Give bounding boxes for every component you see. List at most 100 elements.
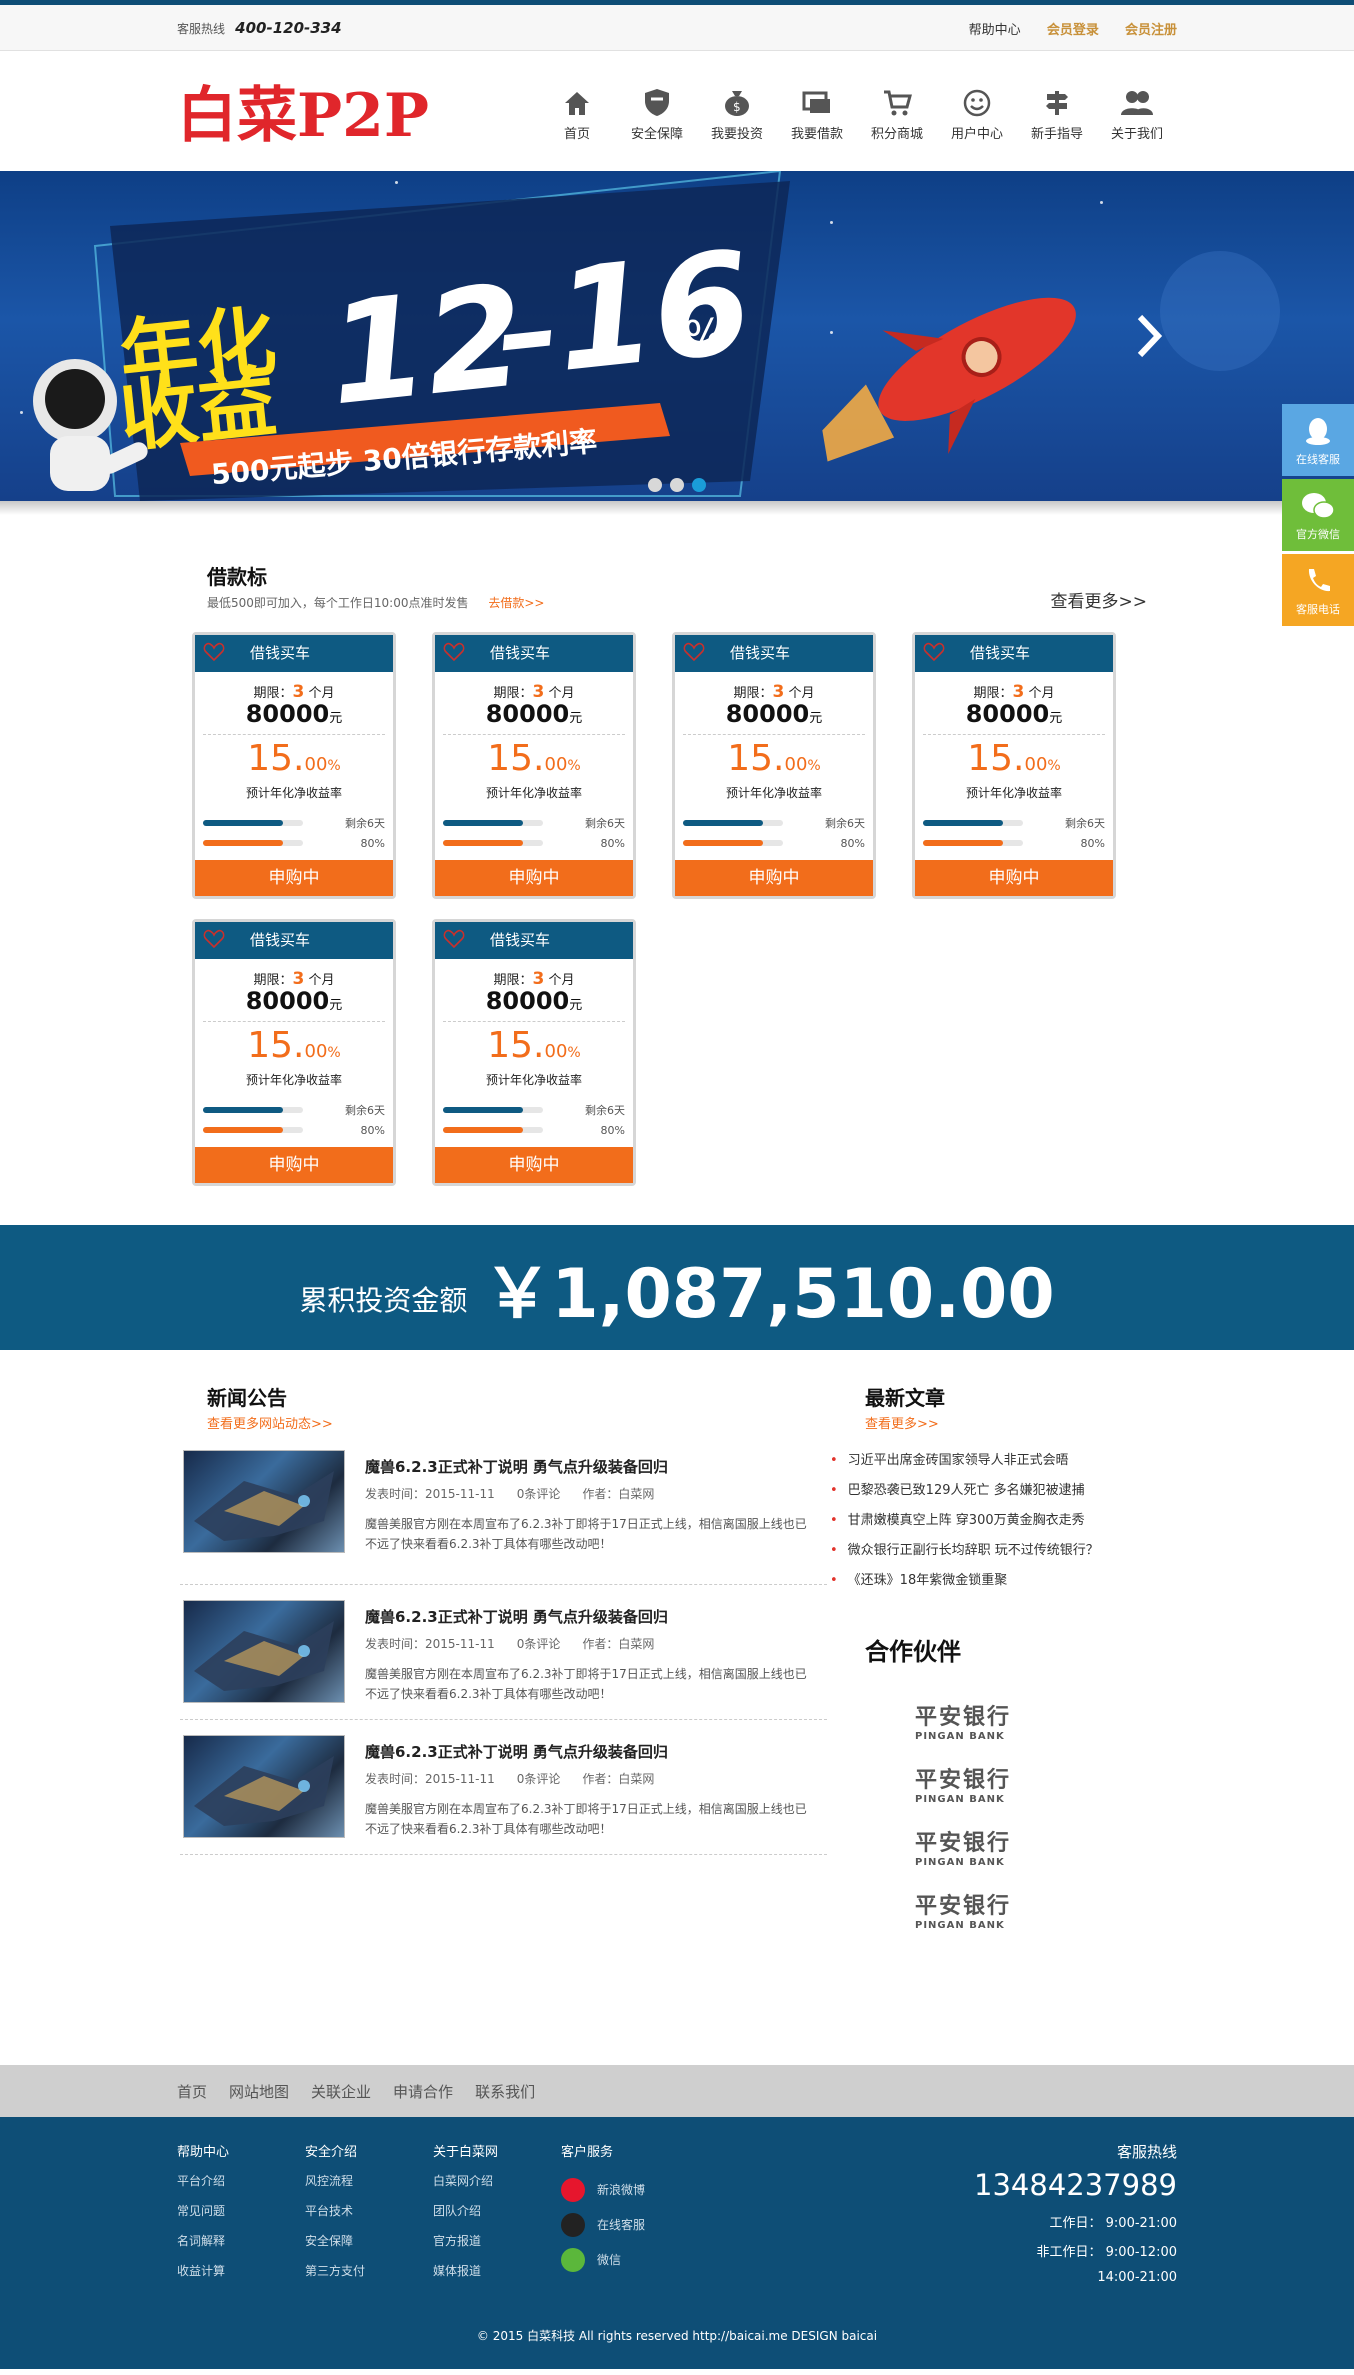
subscribe-button[interactable]: 申购中 bbox=[435, 860, 633, 896]
go-borrow-link[interactable]: 去借款>> bbox=[488, 596, 544, 610]
footer-service-item[interactable]: 微信 bbox=[561, 2242, 761, 2277]
nav-security[interactable]: 安全保障 bbox=[617, 81, 697, 142]
online-service-button[interactable]: 在线客服 bbox=[1282, 404, 1354, 476]
loan-rate: 15.00% bbox=[435, 1026, 633, 1073]
time-bar-fill bbox=[203, 1107, 283, 1113]
news-comments: 0条评论 bbox=[516, 1637, 561, 1651]
news-more-link[interactable]: 查看更多网站动态>> bbox=[207, 1413, 827, 1432]
footer-link[interactable]: 官方报道 bbox=[433, 2232, 561, 2262]
help-center-link[interactable]: 帮助中心 bbox=[969, 23, 1021, 38]
footer-link[interactable]: 第三方支付 bbox=[305, 2262, 433, 2292]
login-link[interactable]: 会员登录 bbox=[1047, 23, 1099, 38]
footer-hotline: 客服热线 13484237989 工作日： 9:00-21:00 非工作日： 9:00… bbox=[974, 2141, 1177, 2327]
partner-logo[interactable]: 平安银行 PINGAN BANK bbox=[915, 1888, 1035, 1931]
loan-name: 借钱买车 bbox=[250, 931, 311, 949]
subscribe-button[interactable]: 申购中 bbox=[915, 860, 1113, 896]
footer-link[interactable]: 平台介绍 bbox=[177, 2172, 305, 2202]
banner-percent: % bbox=[682, 309, 727, 362]
rate-label: 预计年化净收益率 bbox=[965, 786, 1062, 800]
loan-card[interactable]: 借钱买车 期限：3 个月 80000元 15.00% 预计年化净收益率 剩余6天 80% 申购… bbox=[192, 632, 396, 899]
loan-rate: 15.00% bbox=[435, 739, 633, 786]
progress-row: 80% bbox=[203, 833, 385, 853]
partner-logo[interactable]: 平安银行 PINGAN BANK bbox=[915, 1762, 1035, 1805]
footer-link[interactable]: 白菜网介绍 bbox=[433, 2172, 561, 2202]
progress-percent: 80% bbox=[1080, 836, 1105, 850]
news-item[interactable]: 魔兽6.2.3正式补丁说明 勇气点升级装备回归 发表时间：2015-11-11 0条… bbox=[180, 1450, 827, 1585]
register-link[interactable]: 会员注册 bbox=[1125, 23, 1177, 38]
nav-guide[interactable]: 新手指导 bbox=[1017, 81, 1097, 142]
rate-dec: 00 bbox=[304, 754, 328, 775]
subscribe-button[interactable]: 申购中 bbox=[195, 1147, 393, 1183]
loan-card[interactable]: 借钱买车 期限：3 个月 80000元 15.00% 预计年化净收益率 剩余6天 80% 申购… bbox=[912, 632, 1116, 899]
amount-value: 80000 bbox=[245, 700, 330, 728]
footer-link[interactable]: 平台技术 bbox=[305, 2202, 433, 2232]
subscribe-button[interactable]: 申购中 bbox=[195, 860, 393, 896]
footer-link[interactable]: 团队介绍 bbox=[433, 2202, 561, 2232]
subscribe-button[interactable]: 申购中 bbox=[435, 1147, 633, 1183]
logo[interactable]: 白菜P2P bbox=[177, 71, 467, 151]
loan-card[interactable]: 借钱买车 期限：3 个月 80000元 15.00% 预计年化净收益率 剩余6天 80% 申购… bbox=[432, 919, 636, 1186]
footer-link[interactable]: 常见问题 bbox=[177, 2202, 305, 2232]
footer-link[interactable]: 风控流程 bbox=[305, 2172, 433, 2202]
footer-link[interactable]: 名词解释 bbox=[177, 2232, 305, 2262]
footer-nav-link[interactable]: 申请合作 bbox=[393, 2081, 453, 2102]
articles-more-link[interactable]: 查看更多>> bbox=[865, 1413, 1177, 1432]
article-item[interactable]: 微众银行正副行长均辞职 玩不过传统银行？ bbox=[830, 1536, 1177, 1566]
carousel-dot-active[interactable] bbox=[692, 478, 706, 492]
loans-header: 借款标 最低500即可加入，每个工作日10:00点准时发售 去借款>> 查看更多… bbox=[207, 515, 1148, 612]
news-thumbnail[interactable] bbox=[183, 1735, 345, 1838]
partner-name: 平安银行 bbox=[915, 1768, 1012, 1793]
footer-nav-link[interactable]: 网站地图 bbox=[229, 2081, 289, 2102]
loan-card[interactable]: 借钱买车 期限：3 个月 80000元 15.00% 预计年化净收益率 剩余6天 80% 申购… bbox=[432, 632, 636, 899]
carousel-dot[interactable] bbox=[648, 478, 662, 492]
footer-nav-link[interactable]: 首页 bbox=[177, 2081, 207, 2102]
loan-amount: 80000元 bbox=[435, 987, 633, 1015]
chevron-right-icon[interactable] bbox=[1134, 311, 1164, 371]
hero-banner[interactable]: 年化 收益 12 – 16 % 500元起步 30倍银行存款利率 bbox=[0, 171, 1354, 501]
article-item[interactable]: 巴黎恐袭已致129人死亡 多名嫌犯被逮捕 bbox=[830, 1476, 1177, 1506]
footer-service-links: 新浪微博 在线客服 微信 bbox=[561, 2172, 761, 2277]
news-thumbnail[interactable] bbox=[183, 1600, 345, 1703]
nav-user-center[interactable]: 用户中心 bbox=[937, 81, 1017, 142]
news-thumbnail[interactable] bbox=[183, 1450, 345, 1553]
footer-link[interactable]: 媒体报道 bbox=[433, 2262, 561, 2292]
partner-logo[interactable]: 平安银行 PINGAN BANK bbox=[915, 1825, 1035, 1868]
footer-nav-link[interactable]: 关联企业 bbox=[311, 2081, 371, 2102]
carousel-dot[interactable] bbox=[670, 478, 684, 492]
partner-logo[interactable]: 平安银行 PINGAN BANK bbox=[915, 1699, 1035, 1742]
loan-card[interactable]: 借钱买车 期限：3 个月 80000元 15.00% 预计年化净收益率 剩余6天 80% 申购… bbox=[192, 919, 396, 1186]
footer-nav-link[interactable]: 联系我们 bbox=[475, 2081, 535, 2102]
subscribe-button[interactable]: 申购中 bbox=[675, 860, 873, 896]
progress-row: 80% bbox=[443, 1120, 625, 1140]
news-title[interactable]: 魔兽6.2.3正式补丁说明 勇气点升级装备回归 bbox=[365, 1606, 810, 1627]
footer-service-item[interactable]: 在线客服 bbox=[561, 2207, 761, 2242]
loan-rate: 15.00% bbox=[195, 739, 393, 786]
banner-rate-to: 16 bbox=[548, 221, 759, 403]
nav-borrow[interactable]: 我要借款 bbox=[777, 81, 857, 142]
loan-term: 期限：3 个月 bbox=[675, 682, 873, 702]
hotline-label: 客服热线 bbox=[177, 22, 226, 36]
news-item[interactable]: 魔兽6.2.3正式补丁说明 勇气点升级装备回归 发表时间：2015-11-11 0条… bbox=[180, 1720, 827, 1855]
loan-card[interactable]: 借钱买车 期限：3 个月 80000元 15.00% 预计年化净收益率 剩余6天 80% 申购… bbox=[672, 632, 876, 899]
nav-mall[interactable]: 积分商城 bbox=[857, 81, 937, 142]
article-item[interactable]: 《还珠》18年紫微金锁重聚 bbox=[830, 1566, 1177, 1596]
nav-about[interactable]: 关于我们 bbox=[1097, 81, 1177, 142]
svg-text:$: $ bbox=[733, 100, 741, 114]
news-title[interactable]: 魔兽6.2.3正式补丁说明 勇气点升级装备回归 bbox=[365, 1456, 810, 1477]
total-label: 累积投资金额 bbox=[299, 1283, 468, 1317]
footer-link[interactable]: 收益计算 bbox=[177, 2262, 305, 2292]
news-item[interactable]: 魔兽6.2.3正式补丁说明 勇气点升级装备回归 发表时间：2015-11-11 0条… bbox=[180, 1585, 827, 1720]
news-title[interactable]: 魔兽6.2.3正式补丁说明 勇气点升级装备回归 bbox=[365, 1741, 810, 1762]
footer-link[interactable]: 安全保障 bbox=[305, 2232, 433, 2262]
time-bar bbox=[203, 1107, 303, 1113]
loans-more-link[interactable]: 查看更多>> bbox=[1051, 587, 1148, 612]
nav-home[interactable]: 首页 bbox=[537, 81, 617, 142]
loan-rate: 15.00% bbox=[675, 739, 873, 786]
nav-invest[interactable]: $ 我要投资 bbox=[697, 81, 777, 142]
card-divider bbox=[203, 1021, 385, 1022]
wechat-button[interactable]: 官方微信 bbox=[1282, 479, 1354, 551]
article-item[interactable]: 甘肃嫩模真空上阵 穿300万黄金胸衣走秀 bbox=[830, 1506, 1177, 1536]
footer-service-item[interactable]: 新浪微博 bbox=[561, 2172, 761, 2207]
article-item[interactable]: 习近平出席金砖国家领导人非正式会晤 bbox=[830, 1446, 1177, 1476]
phone-button[interactable]: 客服电话 bbox=[1282, 554, 1354, 626]
